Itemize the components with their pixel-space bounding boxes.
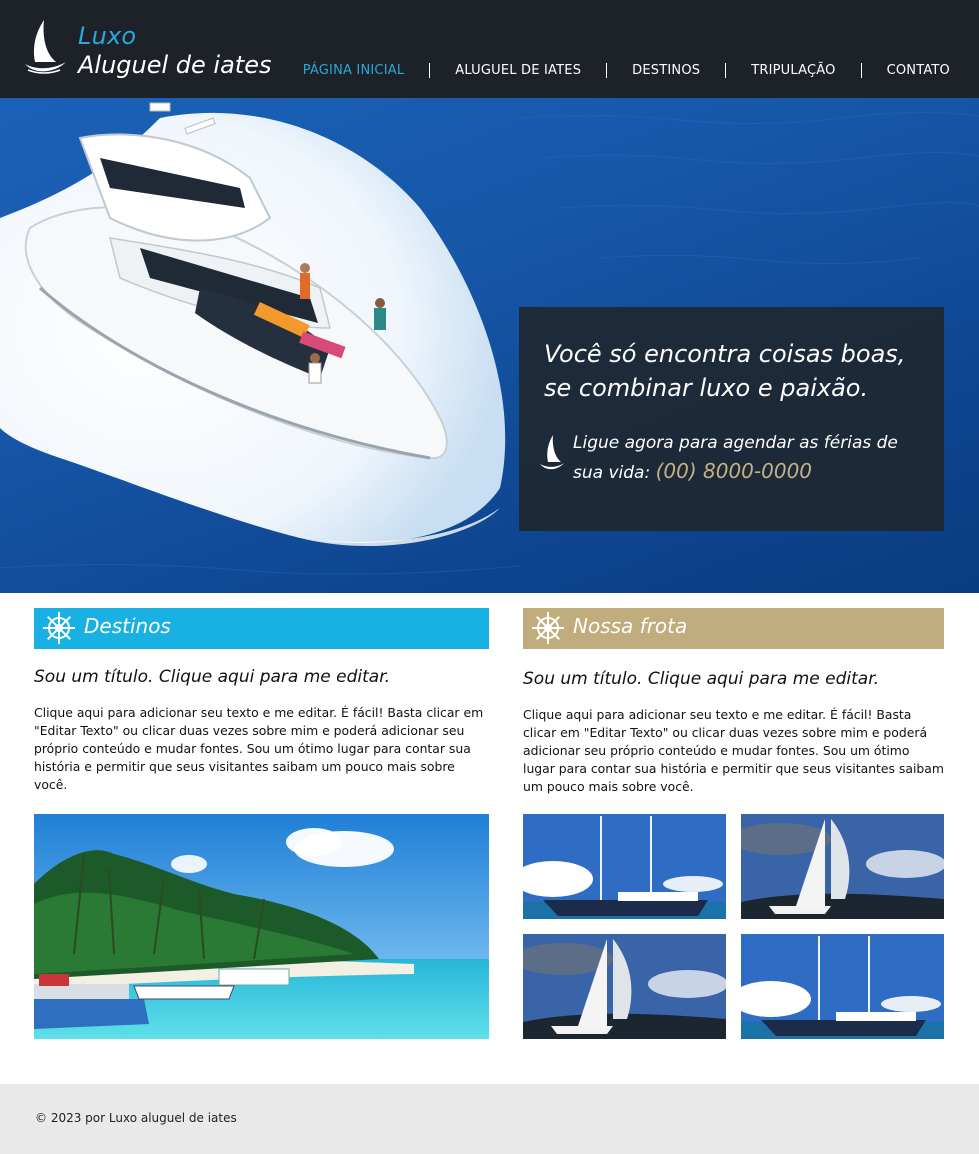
fleet-image-3[interactable] (523, 934, 726, 1039)
destinations-post-text[interactable]: Clique aqui para adicionar seu texto e m… (34, 704, 484, 794)
fleet-image-1[interactable] (523, 814, 726, 919)
sailboat-logo-icon[interactable] (22, 18, 68, 78)
nav-divider (429, 62, 431, 78)
hero-call-prefix: sua vida: (573, 463, 651, 483)
copyright-text: © 2023 por Luxo aluguel de iates (35, 1111, 237, 1125)
main-nav: PÁGINA INICIAL ALUGUEL DE IATES DESTINOS… (303, 61, 950, 79)
logo-tagline[interactable]: Aluguel de iates (78, 51, 272, 79)
nav-item-home[interactable]: PÁGINA INICIAL (303, 63, 405, 78)
hero-callout-box: Você só encontra coisas boas, se combina… (519, 307, 944, 531)
fleet-header-bar: Nossa frota (523, 608, 944, 649)
hero-banner: Você só encontra coisas boas, se combina… (0, 98, 979, 593)
nav-divider (725, 62, 727, 78)
tropical-beach-image[interactable] (34, 814, 489, 1039)
ship-wheel-icon (43, 612, 75, 644)
nav-divider (860, 62, 862, 78)
destinations-post-title[interactable]: Sou um título. Clique aqui para me edita… (34, 667, 489, 687)
logo-brand[interactable]: Luxo (78, 22, 136, 50)
nav-item-yacht-rental[interactable]: ALUGUEL DE IATES (455, 63, 581, 78)
site-header: Luxo Aluguel de iates PÁGINA INICIAL ALU… (0, 0, 979, 98)
nav-item-crew[interactable]: TRIPULAÇÃO (751, 63, 835, 78)
fleet-image-4[interactable] (741, 934, 944, 1039)
phone-number[interactable]: (00) 8000-0000 (656, 459, 812, 483)
hero-call-text: Ligue agora para agendar as férias de su… (573, 429, 903, 487)
beach-scene (34, 814, 489, 1039)
nav-divider (606, 62, 608, 78)
fleet-post-title[interactable]: Sou um título. Clique aqui para me edita… (523, 669, 944, 689)
fleet-heading: Nossa frota (573, 614, 688, 638)
sailboat-icon (540, 435, 564, 470)
nav-item-destinations[interactable]: DESTINOS (632, 63, 700, 78)
hero-heading-line2: se combinar luxo e paixão. (544, 374, 869, 402)
sailboat-photo (523, 934, 726, 1039)
destinations-header-bar: Destinos (34, 608, 489, 649)
sailboat-photo (741, 814, 944, 919)
hero-call-line1: Ligue agora para agendar as férias de (573, 433, 898, 453)
ship-wheel-icon (532, 612, 564, 644)
fleet-image-2[interactable] (741, 814, 944, 919)
fleet-post-text[interactable]: Clique aqui para adicionar seu texto e m… (523, 706, 944, 796)
sailboat-photo (523, 814, 726, 919)
destinations-heading: Destinos (84, 614, 171, 638)
nav-item-contact[interactable]: CONTATO (887, 63, 950, 78)
hero-heading: Você só encontra coisas boas, se combina… (544, 337, 924, 405)
hero-heading-line1: Você só encontra coisas boas, (544, 340, 906, 368)
site-footer: © 2023 por Luxo aluguel de iates (0, 1084, 979, 1154)
sailboat-photo (741, 934, 944, 1039)
